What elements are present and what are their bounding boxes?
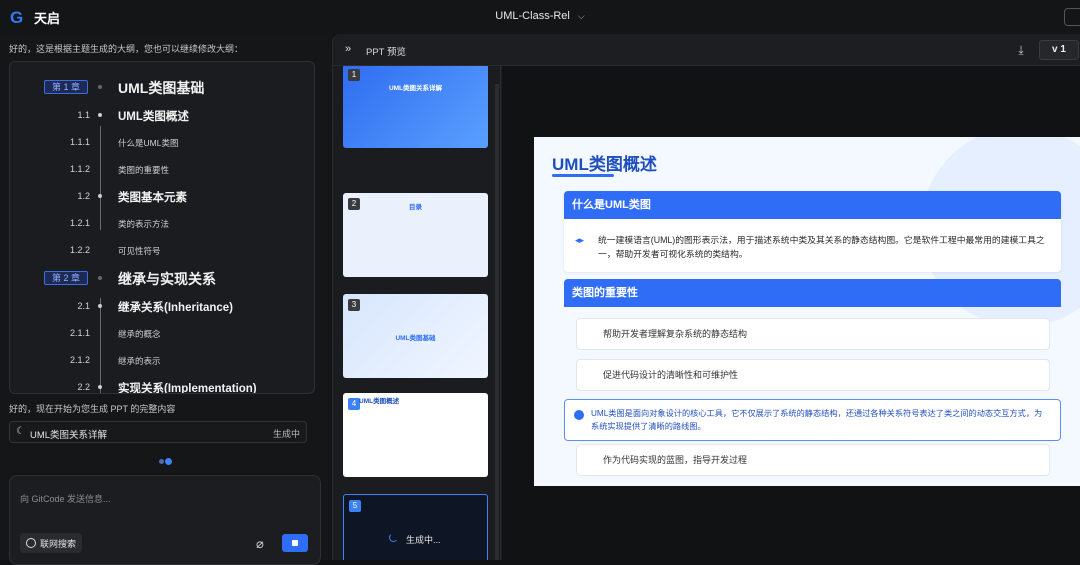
outline-number: 1.1: [77, 110, 90, 120]
generation-title: UML类图关系详解: [30, 430, 108, 441]
outline-number: 2.1: [77, 301, 90, 311]
stop-button[interactable]: [282, 534, 308, 552]
card-body: 统一建模语言(UML)的图形表示法，用于描述系统中类及其关系的静态结构图。它是软…: [598, 235, 1045, 259]
section-title[interactable]: 继承关系(Inheritance): [118, 299, 233, 315]
slide-number: 3: [348, 299, 360, 311]
outline-number: 2.1.1: [69, 328, 90, 338]
web-search-button[interactable]: 联网搜索: [20, 533, 83, 553]
version-selector[interactable]: v 1: [1039, 40, 1079, 60]
subsection-title[interactable]: 可见性符号: [118, 245, 161, 257]
settings-icon[interactable]: [1064, 8, 1080, 26]
preview-title: PPT 预览: [366, 47, 406, 58]
outline-dot: [98, 194, 102, 198]
section-title[interactable]: 实现关系(Implementation): [118, 380, 257, 393]
thumbnail-caption: UML类图基础: [395, 335, 436, 342]
slide-thumbnail[interactable]: 2 目录: [343, 193, 488, 277]
thumbnail-caption: 生成中...: [406, 535, 441, 545]
outline-number: 1.1.1: [69, 137, 90, 147]
project-title-selector[interactable]: UML-Class-Rel ⌵: [0, 10, 1080, 22]
outline-connector: [99, 298, 101, 393]
title-underline: [552, 174, 614, 177]
bullet-icon: [574, 410, 584, 420]
project-title: UML-Class-Rel: [495, 10, 570, 22]
outline-dot: [98, 113, 102, 117]
subsection-title[interactable]: 继承的表示: [118, 355, 161, 367]
assistant-message: 好的，现在开始为您生成 PPT 的完整内容: [9, 404, 176, 414]
preview-header: » PPT 预览 ⤓ v 1: [333, 34, 1080, 66]
thumbnail-scrollbar[interactable]: [495, 84, 499, 560]
thumbnail-caption: UML类图概述: [359, 398, 400, 405]
assistant-message: 好的，这是根据主题生成的大纲，您也可以继续修改大纲：: [9, 44, 244, 54]
download-icon[interactable]: ⤓: [1010, 40, 1032, 60]
highlighted-item-text: UML类图是面向对象设计的核心工具，它不仅展示了系统的静态结构，还通过各种关系符…: [591, 409, 1043, 431]
stop-icon: [292, 540, 298, 546]
attachment-icon[interactable]: ⌀: [256, 536, 264, 552]
card-heading: 类图的重要性: [564, 279, 1061, 307]
outline-card: 第 1 章 UML类图基础 1.1 UML类图概述 1.1.1 什么是UML类图…: [9, 61, 315, 394]
card-heading: 什么是UML类图: [564, 191, 1061, 219]
chapter-title[interactable]: UML类图基础: [118, 78, 204, 98]
slide-thumbnail[interactable]: 1 UML类图关系详解: [343, 66, 488, 148]
slide-canvas: UML类图概述 什么是UML类图 ◂▸ 统一建模语言(UML)的图形表示法，用于…: [502, 66, 1080, 560]
outline-number: 1.2: [77, 191, 90, 201]
outline-number: 2.2: [77, 382, 90, 392]
highlighted-item: UML类图是面向对象设计的核心工具，它不仅展示了系统的静态结构，还通过各种关系符…: [564, 399, 1061, 441]
outline-dot: [98, 304, 102, 308]
chevron-down-icon: ⌵: [577, 11, 585, 21]
list-item: 帮助开发者理解复杂系统的静态结构: [576, 318, 1050, 350]
outline-dot: [98, 85, 102, 89]
loading-icon: [389, 533, 398, 542]
top-bar: G 天启 UML-Class-Rel ⌵: [0, 0, 1080, 34]
outline-connector: [99, 126, 101, 230]
ppt-preview-panel: » PPT 预览 ⤓ v 1 1 UML类图关系详解 2 目录 3 UML类图基…: [332, 34, 1080, 560]
slide-thumbnail[interactable]: 3 UML类图基础: [343, 294, 488, 378]
outline-number: 1.1.2: [69, 164, 90, 174]
chapter-badge: 第 2 章: [44, 271, 88, 285]
message-input[interactable]: 向 GitCode 发送信息...: [20, 492, 111, 505]
generation-task[interactable]: ☾ UML类图关系详解 生成中: [9, 421, 307, 443]
chapter-title[interactable]: 继承与实现关系: [118, 269, 216, 289]
slide-thumbnails: 1 UML类图关系详解 2 目录 3 UML类图基础 4 UML类图概述 5 生…: [333, 66, 501, 560]
slide-number: 1: [348, 69, 360, 81]
chapter-badge: 第 1 章: [44, 80, 88, 94]
outline-dot: [98, 276, 102, 280]
typing-indicator: [159, 458, 173, 466]
slide-preview: UML类图概述 什么是UML类图 ◂▸ 统一建模语言(UML)的图形表示法，用于…: [534, 137, 1080, 486]
outline-number: 1.2.2: [69, 245, 90, 255]
slide-thumbnail[interactable]: 5 生成中...: [343, 494, 488, 560]
subsection-title[interactable]: 类的表示方法: [118, 218, 169, 230]
web-search-label: 联网搜索: [40, 538, 77, 549]
subsection-title[interactable]: 类图的重要性: [118, 164, 169, 176]
message-composer[interactable]: 向 GitCode 发送信息... 联网搜索 ⌀: [9, 475, 321, 565]
slide-title: UML类图概述: [552, 155, 657, 174]
thumbnail-caption: 目录: [409, 204, 422, 211]
list-item: 作为代码实现的蓝图，指导开发过程: [576, 444, 1050, 476]
subsection-title[interactable]: 什么是UML类图: [118, 137, 178, 149]
outline-dot: [98, 385, 102, 389]
globe-icon: [26, 538, 36, 548]
collapse-icon[interactable]: »: [345, 43, 351, 55]
slide-number: 5: [349, 500, 361, 512]
chat-panel: 好的，这是根据主题生成的大纲，您也可以继续修改大纲： 第 1 章 UML类图基础…: [0, 34, 332, 565]
outline-number: 2.1.2: [69, 355, 90, 365]
slide-thumbnail[interactable]: 4 UML类图概述: [343, 393, 488, 477]
outline-number: 1.2.1: [69, 218, 90, 228]
list-item: 促进代码设计的清晰性和可维护性: [576, 359, 1050, 391]
subsection-title[interactable]: 继承的概念: [118, 328, 161, 340]
section-title[interactable]: UML类图概述: [118, 108, 189, 124]
thumbnail-caption: UML类图关系详解: [388, 85, 443, 92]
code-icon: ◂▸: [575, 235, 585, 245]
content-card: 什么是UML类图 ◂▸ 统一建模语言(UML)的图形表示法，用于描述系统中类及其…: [564, 191, 1061, 272]
loading-icon: ☾: [16, 426, 25, 437]
section-title[interactable]: 类图基本元素: [118, 189, 187, 205]
generation-status: 生成中: [272, 429, 300, 439]
